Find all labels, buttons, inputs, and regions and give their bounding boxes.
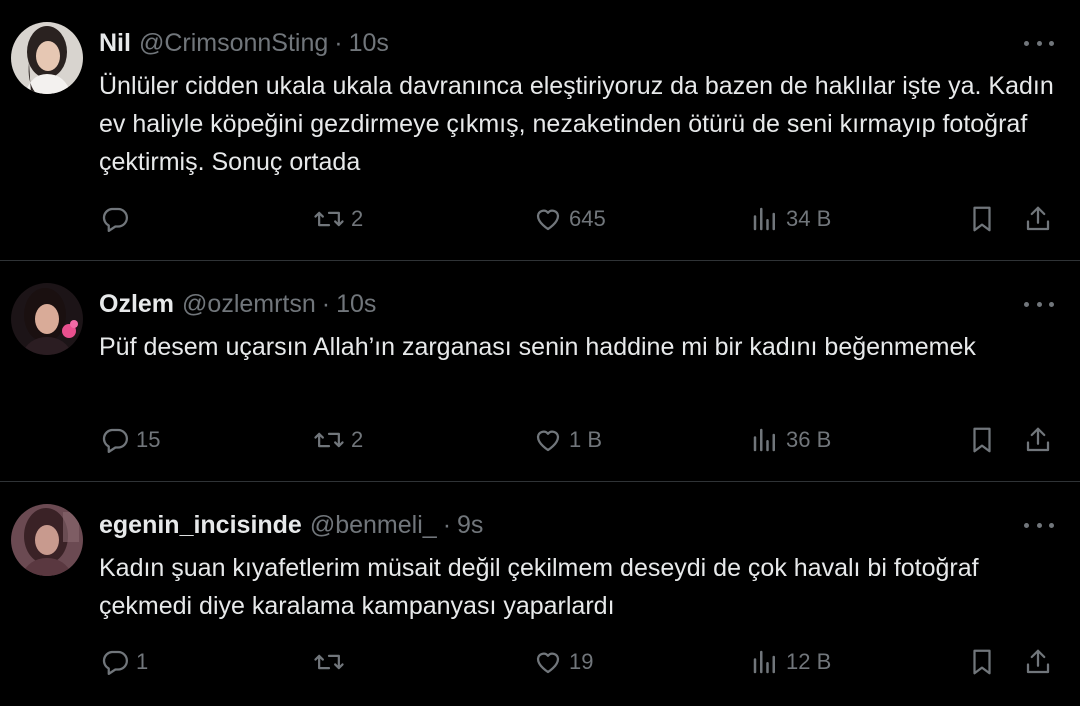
view-count: 36 B [786, 427, 832, 452]
tweet[interactable]: Ozlem @ozlemrtsn · 10s Püf desem uçarsın… [0, 261, 1080, 482]
tweet-header: egenin_incisinde @benmeli_ · 9s [99, 505, 483, 545]
reply-icon [100, 647, 130, 677]
share-button[interactable] [1023, 640, 1053, 684]
display-name[interactable]: Nil [99, 29, 131, 58]
action-bar: 2 645 34 B [0, 197, 1080, 241]
separator-dot: · [334, 28, 343, 57]
reply-icon [100, 204, 130, 234]
display-name[interactable]: Ozlem [99, 290, 174, 319]
views-icon [750, 204, 780, 234]
heart-icon [533, 647, 563, 677]
tweet-header: Nil @CrimsonnSting · 10s [99, 23, 389, 63]
timestamp[interactable]: 10s [349, 29, 389, 58]
reply-button[interactable]: 15 [100, 418, 160, 462]
share-icon [1023, 204, 1053, 234]
tweet-text: Püf desem uçarsın Allah’ın zarganası sen… [99, 333, 976, 361]
retweet-icon [313, 425, 345, 455]
views-icon [750, 647, 780, 677]
like-count: 645 [569, 206, 606, 231]
views-button[interactable]: 12 B [750, 640, 831, 684]
user-handle[interactable]: @CrimsonnSting [139, 29, 328, 58]
tweet-text: Kadın şuan kıyafetlerim müsait değil çek… [99, 554, 979, 620]
reply-button[interactable] [100, 197, 136, 241]
separator-dot: · [321, 289, 331, 318]
display-name[interactable]: egenin_incisinde [99, 511, 302, 540]
bookmark-button[interactable] [967, 197, 997, 241]
like-button[interactable]: 1 B [533, 418, 602, 462]
share-icon [1023, 425, 1053, 455]
share-button[interactable] [1023, 197, 1053, 241]
retweet-button[interactable]: 2 [313, 418, 363, 462]
heart-icon [533, 425, 563, 455]
tweet[interactable]: egenin_incisinde @benmeli_ · 9s Kadın şu… [0, 482, 1080, 706]
more-icon[interactable] [1024, 294, 1054, 314]
action-bar: 1 19 12 B [0, 640, 1080, 684]
timestamp[interactable]: 10s [336, 290, 376, 319]
views-button[interactable]: 34 B [750, 197, 831, 241]
more-icon[interactable] [1024, 515, 1054, 535]
bookmark-button[interactable] [967, 418, 997, 462]
reply-icon [100, 425, 130, 455]
action-bar: 15 2 1 B 36 B [0, 418, 1080, 462]
avatar[interactable] [11, 504, 83, 576]
like-count: 19 [569, 649, 594, 674]
bookmark-icon [967, 204, 997, 234]
share-button[interactable] [1023, 418, 1053, 462]
retweet-icon [313, 204, 345, 234]
like-button[interactable]: 19 [533, 640, 593, 684]
retweet-icon [313, 647, 345, 677]
view-count: 34 B [786, 206, 832, 231]
tweet-header: Ozlem @ozlemrtsn · 10s [99, 284, 376, 324]
heart-icon [533, 204, 563, 234]
user-handle[interactable]: @benmeli_ [310, 511, 437, 540]
retweet-button[interactable] [313, 640, 351, 684]
avatar[interactable] [11, 283, 83, 355]
bookmark-icon [967, 647, 997, 677]
like-button[interactable]: 645 [533, 197, 606, 241]
reply-count: 1 [136, 649, 149, 674]
more-icon[interactable] [1024, 33, 1054, 53]
views-button[interactable]: 36 B [750, 418, 831, 462]
retweet-count: 2 [351, 427, 364, 452]
views-icon [750, 425, 780, 455]
avatar[interactable] [11, 22, 83, 94]
like-count: 1 B [569, 427, 603, 452]
separator-dot: · [442, 510, 452, 539]
timestamp[interactable]: 9s [457, 511, 483, 540]
reply-button[interactable]: 1 [100, 640, 148, 684]
retweet-button[interactable]: 2 [313, 197, 363, 241]
tweet[interactable]: Nil @CrimsonnSting · 10s Ünlüler cidden … [0, 0, 1080, 261]
tweet-feed: Nil @CrimsonnSting · 10s Ünlüler cidden … [0, 0, 1080, 706]
reply-count: 15 [136, 427, 161, 452]
tweet-text: Ünlüler cidden ukala ukala davranınca el… [99, 72, 1054, 176]
bookmark-button[interactable] [967, 640, 997, 684]
bookmark-icon [967, 425, 997, 455]
user-handle[interactable]: @ozlemrtsn [182, 290, 316, 319]
retweet-count: 2 [351, 206, 364, 231]
view-count: 12 B [786, 649, 832, 674]
share-icon [1023, 647, 1053, 677]
